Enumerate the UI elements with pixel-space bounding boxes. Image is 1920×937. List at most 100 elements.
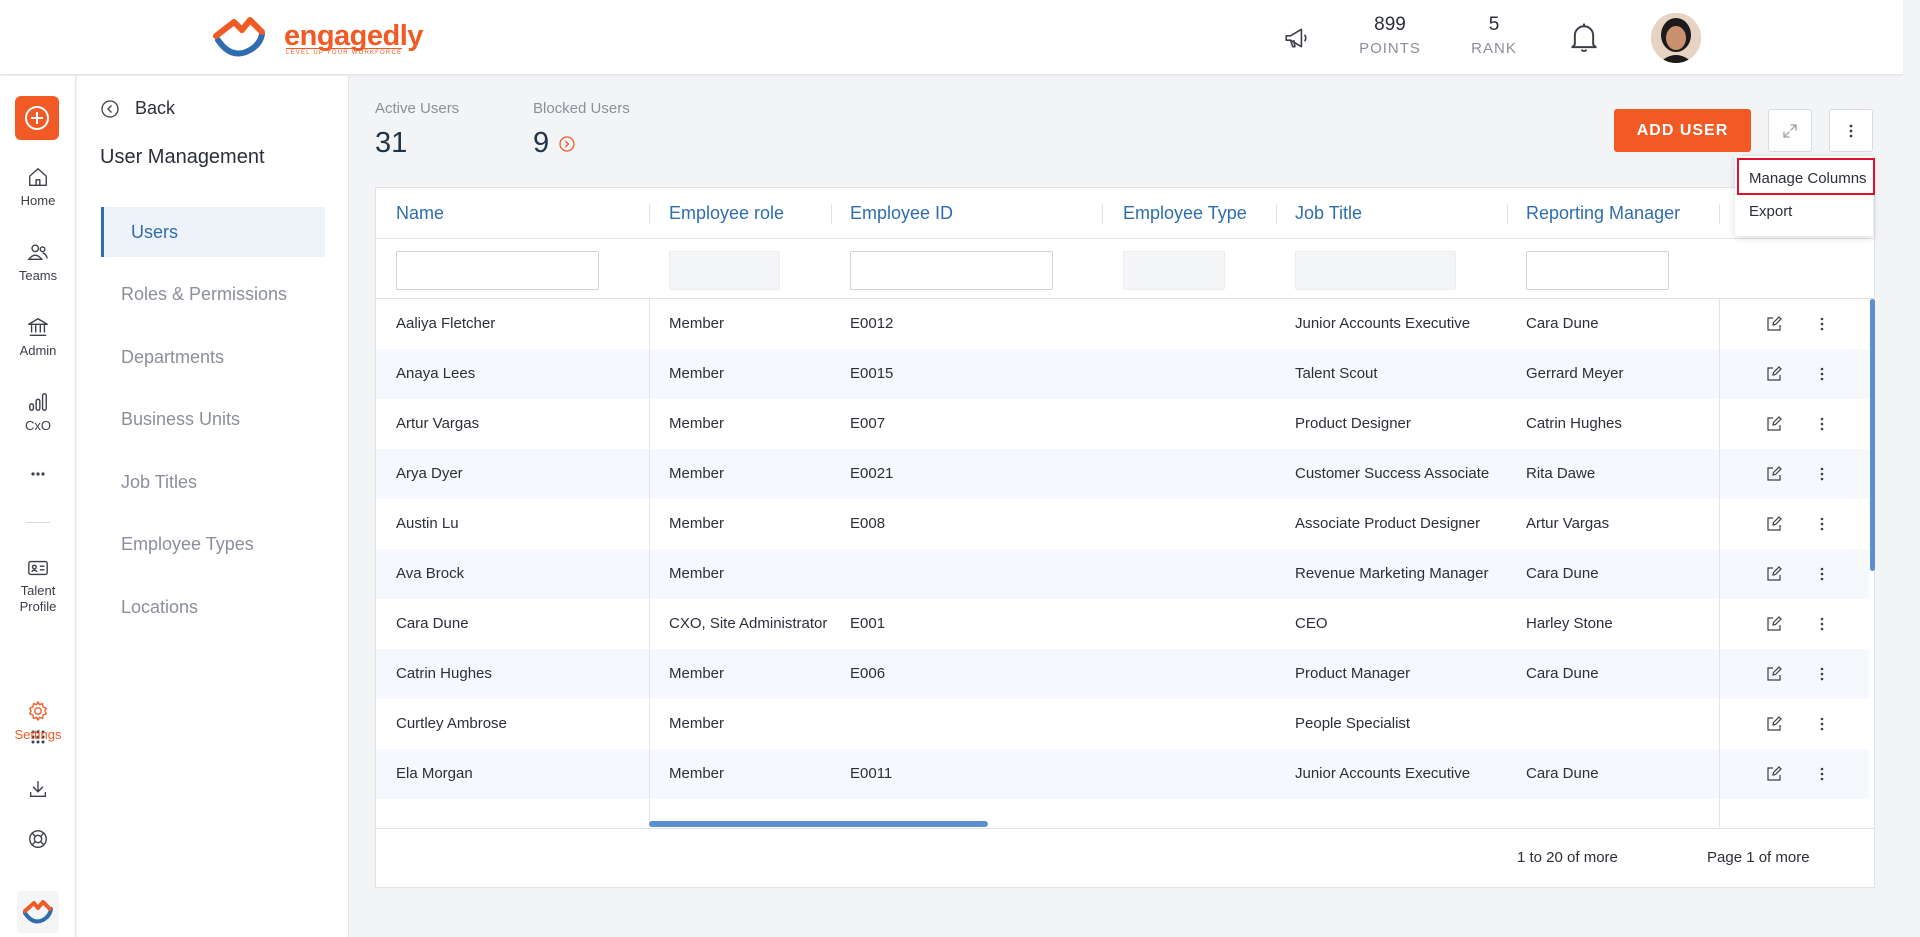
edit-icon[interactable] [1764, 714, 1784, 734]
blocked-users-metric: Blocked Users 9 [533, 100, 630, 160]
plus-circle-icon[interactable] [15, 96, 59, 140]
table-header: Name Employee role Employee ID Employee … [376, 188, 1874, 239]
top-bar: engagedly LEVEL UP YOUR WORKFORCE 899 PO… [0, 0, 1903, 75]
column-divider[interactable] [1719, 204, 1720, 224]
edit-icon[interactable] [1764, 614, 1784, 634]
rail-item-help[interactable] [0, 828, 76, 855]
kebab-menu-icon[interactable] [1812, 664, 1832, 684]
rail-item-talent-profile[interactable]: Talent Profile [0, 558, 76, 615]
column-header-job-title[interactable]: Job Title [1295, 203, 1362, 224]
table-row[interactable]: Cara Dune CXO, Site Administrator E001 C… [376, 599, 1869, 649]
megaphone-icon[interactable] [1282, 24, 1310, 52]
kebab-menu-icon[interactable] [1812, 314, 1832, 334]
cell-role: Member [669, 665, 725, 682]
table-row[interactable]: Aaliya Fletcher Member E0012 Junior Acco… [376, 299, 1869, 349]
subnav-item-job-titles[interactable]: Job Titles [101, 457, 325, 507]
rail-item-home[interactable]: Home [0, 166, 76, 208]
column-divider[interactable] [1276, 204, 1277, 224]
kebab-menu-icon[interactable] [1812, 414, 1832, 434]
logo-mark-icon [17, 891, 59, 933]
kebab-menu-icon[interactable] [1812, 564, 1832, 584]
cell-manager: Cara Dune [1526, 565, 1599, 582]
table-row[interactable]: Artur Vargas Member E007 Product Designe… [376, 399, 1869, 449]
back-button[interactable]: Back [101, 98, 175, 119]
edit-icon[interactable] [1764, 464, 1784, 484]
subnav-item-departments[interactable]: Departments [101, 332, 325, 382]
menu-item-export[interactable]: Export [1749, 203, 1792, 220]
table-row[interactable]: Anaya Lees Member E0015 Talent Scout Ger… [376, 349, 1869, 399]
column-header-employee-role[interactable]: Employee role [669, 203, 784, 224]
blocked-users-value: 9 [533, 127, 550, 159]
table-row[interactable]: Arya Dyer Member E0021 Customer Success … [376, 449, 1869, 499]
edit-icon[interactable] [1764, 664, 1784, 684]
subnav-item-business-units[interactable]: Business Units [101, 394, 325, 444]
kebab-menu-icon[interactable] [1812, 614, 1832, 634]
kebab-menu-icon[interactable] [1812, 364, 1832, 384]
edit-icon[interactable] [1764, 414, 1784, 434]
user-avatar[interactable] [1651, 13, 1701, 63]
edit-icon[interactable] [1764, 514, 1784, 534]
column-divider[interactable] [831, 204, 832, 224]
edit-icon[interactable] [1764, 314, 1784, 334]
kebab-menu-icon[interactable] [1812, 764, 1832, 784]
cell-name: Ela Morgan [396, 765, 473, 782]
cell-name: Ava Brock [396, 565, 465, 582]
name-filter-input[interactable] [396, 251, 599, 290]
add-user-button[interactable]: ADD USER [1614, 109, 1751, 152]
column-header-employee-id[interactable]: Employee ID [850, 203, 953, 224]
vertical-scrollbar[interactable] [1870, 299, 1875, 571]
rail-brand-logo[interactable] [0, 891, 76, 937]
column-header-reporting-manager[interactable]: Reporting Manager [1526, 203, 1680, 224]
cell-employee-id: E0012 [850, 315, 894, 332]
reporting-manager-filter-input[interactable] [1526, 251, 1669, 290]
rail-item-label: Talent Profile [19, 583, 57, 614]
subnav-item-employee-types[interactable]: Employee Types [101, 519, 325, 569]
rail-item-download[interactable] [0, 778, 76, 805]
rail-item-more[interactable] [0, 469, 76, 484]
rail-item-settings[interactable]: Settings [0, 700, 76, 742]
horizontal-scrollbar[interactable] [649, 821, 988, 827]
menu-item-manage-columns[interactable]: Manage Columns [1749, 170, 1867, 187]
kebab-menu-icon[interactable] [1812, 514, 1832, 534]
column-header-employee-type[interactable]: Employee Type [1123, 203, 1247, 224]
edit-icon[interactable] [1764, 764, 1784, 784]
employee-role-filter [669, 251, 780, 290]
column-divider[interactable] [1507, 204, 1508, 224]
more-options-button[interactable] [1829, 109, 1873, 152]
kebab-menu-icon[interactable] [1812, 464, 1832, 484]
users-table: Name Employee role Employee ID Employee … [375, 187, 1875, 888]
subnav-item-locations[interactable]: Locations [101, 582, 325, 632]
cell-manager: Rita Dawe [1526, 465, 1596, 482]
edit-icon[interactable] [1764, 364, 1784, 384]
logo-mark-icon [213, 17, 265, 57]
active-users-metric: Active Users 31 [375, 100, 459, 160]
table-row-partial[interactable] [376, 799, 1869, 827]
cell-job-title: People Specialist [1295, 715, 1411, 732]
edit-icon[interactable] [1764, 564, 1784, 584]
rail-item-label: Admin [19, 343, 57, 358]
employee-id-filter-input[interactable] [850, 251, 1053, 290]
bell-icon[interactable] [1567, 20, 1601, 56]
rail-item-admin[interactable]: Admin [0, 316, 76, 358]
column-separator [1719, 299, 1720, 827]
subnav-item-roles-permissions[interactable]: Roles & Permissions [101, 269, 325, 319]
table-row[interactable]: Catrin Hughes Member E006 Product Manage… [376, 649, 1869, 699]
table-row[interactable]: Ela Morgan Member E0011 Junior Accounts … [376, 749, 1869, 799]
engagedly-logo[interactable]: engagedly LEVEL UP YOUR WORKFORCE [212, 14, 423, 58]
chevron-right-circle-icon[interactable] [559, 135, 575, 152]
cell-manager: Cara Dune [1526, 315, 1599, 332]
cell-employee-id: E006 [850, 665, 886, 682]
column-header-name[interactable]: Name [396, 203, 444, 224]
cell-employee-id: E001 [850, 615, 886, 632]
table-row[interactable]: Ava Brock Member Revenue Marketing Manag… [376, 549, 1869, 599]
expand-button[interactable] [1768, 109, 1812, 152]
kebab-menu-icon[interactable] [1812, 714, 1832, 734]
bar-chart-icon [29, 393, 47, 411]
column-divider[interactable] [1102, 204, 1103, 224]
column-divider[interactable] [649, 204, 650, 224]
table-row[interactable]: Austin Lu Member E008 Associate Product … [376, 499, 1869, 549]
rail-item-cxo[interactable]: CxO [0, 391, 76, 433]
subnav-item-users[interactable]: Users [101, 207, 325, 257]
table-row[interactable]: Curtley Ambrose Member People Specialist [376, 699, 1869, 749]
rail-item-teams[interactable]: Teams [0, 241, 76, 283]
